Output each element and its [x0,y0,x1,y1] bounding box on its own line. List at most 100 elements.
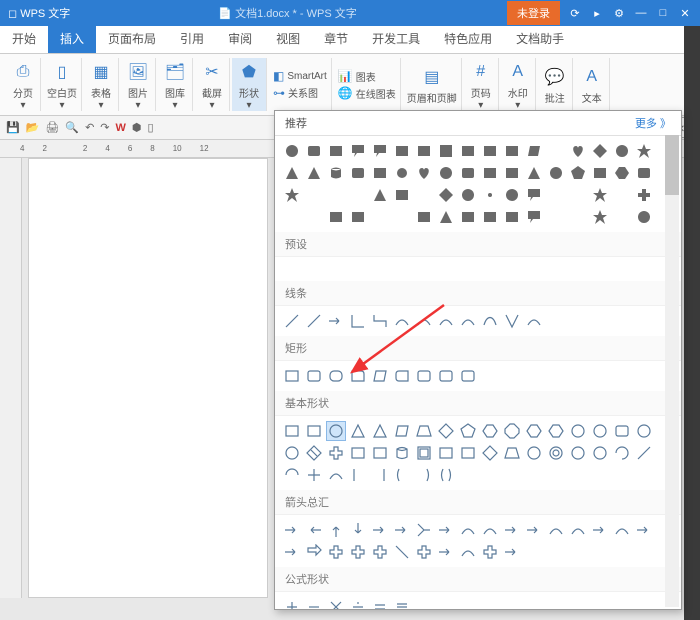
shape-item[interactable] [349,186,367,204]
shape-item[interactable] [327,164,345,182]
shape-item[interactable] [613,186,631,204]
shape-item[interactable] [283,466,301,484]
shape-item[interactable] [503,164,521,182]
shape-item[interactable] [305,367,323,385]
shape-item[interactable] [371,521,389,539]
shape-item[interactable] [305,186,323,204]
tab-start[interactable]: 开始 [0,24,48,53]
shape-item[interactable] [371,444,389,462]
tab-insert[interactable]: 插入 [48,24,96,53]
shape-item[interactable] [569,142,587,160]
shape-item[interactable] [327,598,345,610]
shape-item[interactable] [569,521,587,539]
shape-ellipse[interactable] [327,422,345,440]
shape-item[interactable] [525,422,543,440]
shape-item[interactable] [349,142,367,160]
smartart-button[interactable]: ◧SmartArt [273,69,327,83]
shape-item[interactable] [459,367,477,385]
shape-item[interactable] [393,543,411,561]
shape-item[interactable] [525,312,543,330]
tab-helper[interactable]: 文档助手 [504,24,576,53]
screenshot-button[interactable]: ✂截屏▾ [195,58,230,111]
shape-item[interactable] [305,466,323,484]
shape-item[interactable] [393,521,411,539]
shape-item[interactable] [481,312,499,330]
panel-scrollbar[interactable] [665,135,679,607]
shape-item[interactable] [459,164,477,182]
qat-open-icon[interactable]: 📂 [26,121,40,134]
shape-item[interactable] [525,142,543,160]
shape-item[interactable] [635,186,653,204]
shape-item[interactable] [283,142,301,160]
shape-item[interactable] [437,312,455,330]
shape-item[interactable] [305,164,323,182]
shape-item[interactable] [503,422,521,440]
shape-item[interactable] [415,543,433,561]
qat-w-icon[interactable]: W [116,122,126,134]
shape-item[interactable] [437,208,455,226]
shape-item[interactable] [591,186,609,204]
shape-item[interactable] [569,208,587,226]
shape-item[interactable] [613,422,631,440]
shape-item[interactable] [481,422,499,440]
shape-item[interactable] [547,208,565,226]
shape-item[interactable] [525,164,543,182]
shape-item[interactable] [371,312,389,330]
shape-item[interactable] [613,142,631,160]
shape-item[interactable] [283,186,301,204]
shape-item[interactable] [327,208,345,226]
shape-item[interactable] [305,521,323,539]
comment-button[interactable]: 💬批注 [538,58,573,111]
shape-item[interactable] [393,466,411,484]
shape-item[interactable] [635,422,653,440]
shape-item[interactable] [481,444,499,462]
shape-item[interactable] [547,186,565,204]
document-canvas[interactable] [28,158,268,598]
shape-item[interactable] [525,208,543,226]
shape-item[interactable] [393,142,411,160]
gallery-button[interactable]: 🗂图库▾ [158,58,193,111]
shape-item[interactable] [371,164,389,182]
shape-item[interactable] [283,543,301,561]
shape-item[interactable] [569,186,587,204]
pagenum-button[interactable]: #页码▾ [464,58,499,111]
shape-item[interactable] [525,186,543,204]
shape-item[interactable] [415,312,433,330]
shape-item[interactable] [569,444,587,462]
shape-item[interactable] [635,521,653,539]
shape-item[interactable] [591,521,609,539]
shape-item[interactable] [503,186,521,204]
shape-item[interactable] [459,521,477,539]
login-button[interactable]: 未登录 [507,1,560,25]
shape-item[interactable] [371,367,389,385]
shape-item[interactable] [283,598,301,610]
shape-item[interactable] [635,208,653,226]
shape-item[interactable] [349,312,367,330]
shape-item[interactable] [305,312,323,330]
watermark-button[interactable]: A水印▾ [501,58,536,111]
shape-item[interactable] [415,208,433,226]
shape-item[interactable] [327,543,345,561]
more-link[interactable]: 更多 》 [635,115,671,131]
shape-item[interactable] [547,521,565,539]
shape-item[interactable] [415,367,433,385]
shape-item[interactable] [349,543,367,561]
tab-layout[interactable]: 页面布局 [96,24,168,53]
shape-item[interactable] [415,466,433,484]
shape-item[interactable] [415,142,433,160]
shape-item[interactable] [283,422,301,440]
shape-item[interactable] [547,422,565,440]
sync-icon[interactable]: ⟳ [566,7,584,20]
shape-item[interactable] [327,312,345,330]
shape-item[interactable] [283,208,301,226]
shape-item[interactable] [503,444,521,462]
shape-item[interactable] [481,208,499,226]
shape-item[interactable] [327,186,345,204]
shape-item[interactable] [371,543,389,561]
shape-item[interactable] [415,422,433,440]
tab-dev[interactable]: 开发工具 [360,24,432,53]
shape-item[interactable] [437,521,455,539]
tab-view[interactable]: 视图 [264,24,312,53]
shape-item[interactable] [635,164,653,182]
shape-item[interactable] [371,422,389,440]
